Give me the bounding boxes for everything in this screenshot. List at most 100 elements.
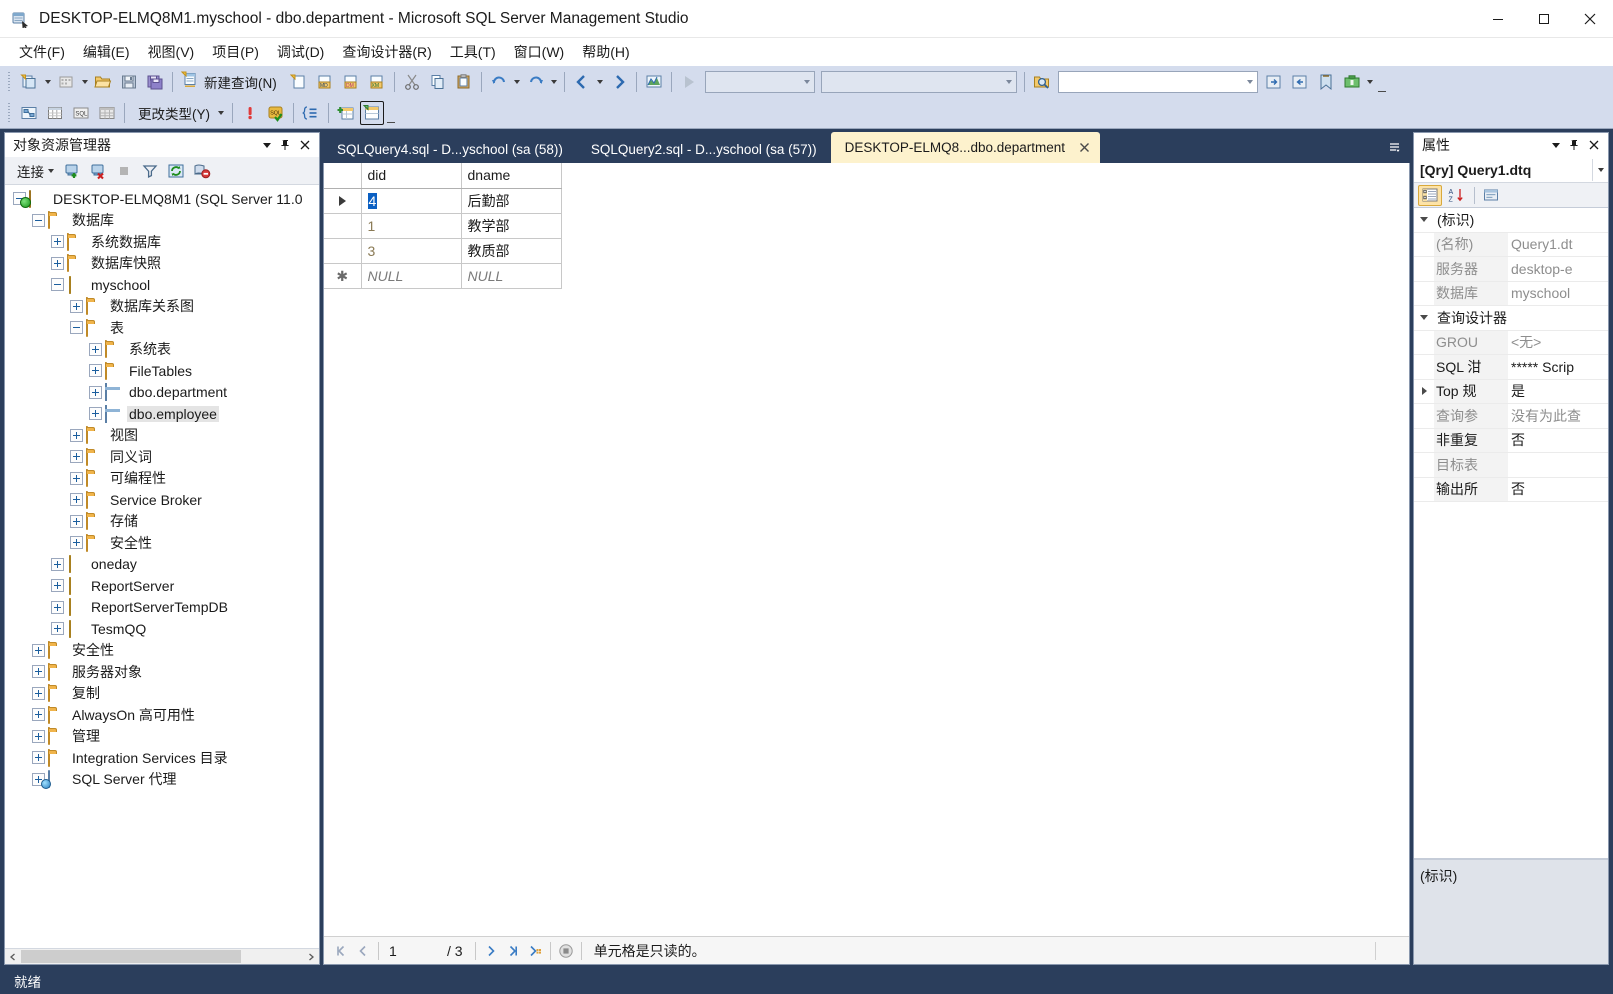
document-tab[interactable]: SQLQuery2.sql - D...yschool (sa (57)) xyxy=(577,135,831,163)
tree-node[interactable]: Integration Services 目录 xyxy=(5,747,319,769)
tree-node[interactable]: 数据库 xyxy=(5,210,319,232)
tree-node[interactable]: 表 xyxy=(5,317,319,339)
tree-node[interactable]: 系统表 xyxy=(5,339,319,361)
close-panel-icon[interactable] xyxy=(1585,137,1602,154)
scroll-left-icon[interactable] xyxy=(5,949,21,964)
tree-node[interactable]: 视图 xyxy=(5,425,319,447)
redo-icon[interactable] xyxy=(524,70,548,94)
menu-item-project[interactable]: 项目(P) xyxy=(203,39,268,65)
cell-dname[interactable]: 后勤部 xyxy=(461,188,562,214)
cell-dname[interactable]: 教质部 xyxy=(461,238,562,264)
close-button[interactable] xyxy=(1567,0,1613,38)
property-value[interactable]: 没有为此查 xyxy=(1508,406,1608,426)
property-row[interactable]: 非重复否 xyxy=(1414,428,1608,453)
expand-icon[interactable] xyxy=(89,364,102,378)
property-row[interactable]: 数据库 myschool xyxy=(1414,281,1608,306)
row-header-cell[interactable] xyxy=(324,188,362,214)
redo-dropdown-icon[interactable] xyxy=(549,70,560,94)
collapse-icon[interactable] xyxy=(51,278,64,292)
expand-icon[interactable] xyxy=(89,342,102,356)
pin-icon[interactable] xyxy=(277,137,294,154)
expand-icon[interactable] xyxy=(32,665,45,679)
save-icon[interactable] xyxy=(117,70,141,94)
chevron-right-icon[interactable] xyxy=(1414,387,1434,396)
find-next-icon[interactable] xyxy=(1262,70,1286,94)
results-grid[interactable]: did dname 4 后勤部 1 教学部 3 教质部 ✱ NULL NULL xyxy=(324,163,562,289)
new-item-icon[interactable] xyxy=(54,70,78,94)
tree-node[interactable]: TesmQQ xyxy=(5,618,319,640)
property-row[interactable]: Top 规是 xyxy=(1414,379,1608,404)
chevron-down-icon[interactable] xyxy=(1414,217,1434,223)
tree-node[interactable]: 服务器对象 xyxy=(5,661,319,683)
cell-did[interactable]: 4 xyxy=(361,188,462,214)
find-in-files-icon[interactable] xyxy=(1030,70,1054,94)
menu-item-help[interactable]: 帮助(H) xyxy=(573,39,638,65)
row-header-cell[interactable] xyxy=(324,213,362,239)
expand-icon[interactable] xyxy=(51,600,64,614)
row-header-cell[interactable] xyxy=(324,238,362,264)
add-table-icon[interactable] xyxy=(334,101,358,125)
property-pages-icon[interactable] xyxy=(1479,185,1503,206)
property-value[interactable]: Query1.dt xyxy=(1508,236,1608,252)
solution-selector[interactable] xyxy=(820,70,1017,93)
tab-close-icon[interactable] xyxy=(1077,140,1092,155)
property-value[interactable]: 否 xyxy=(1508,479,1608,499)
toolbox-icon[interactable] xyxy=(1340,70,1364,94)
last-record-button[interactable] xyxy=(502,940,524,962)
property-value[interactable]: <无> xyxy=(1508,332,1608,352)
results-grid-area[interactable]: did dname 4 后勤部 1 教学部 3 教质部 ✱ NULL NULL xyxy=(324,163,1409,936)
new-xmla-query-icon[interactable]: XM xyxy=(365,70,389,94)
tree-node[interactable]: 存储 xyxy=(5,511,319,533)
property-row[interactable]: 查询参 没有为此查 xyxy=(1414,404,1608,429)
toolbar-grip[interactable] xyxy=(7,71,13,92)
save-all-icon[interactable] xyxy=(143,70,167,94)
open-file-icon[interactable] xyxy=(91,70,115,94)
new-query-button[interactable]: 新建查询(N) xyxy=(177,70,286,94)
copy-icon[interactable] xyxy=(426,70,450,94)
menu-item-tools[interactable]: 工具(T) xyxy=(441,39,505,65)
panel-menu-icon[interactable] xyxy=(1547,137,1564,154)
filter-icon[interactable] xyxy=(138,160,162,182)
object-explorer-hscrollbar[interactable] xyxy=(5,948,319,964)
tree-node[interactable]: dbo.department xyxy=(5,382,319,404)
tree-node[interactable]: AlwaysOn 高可用性 xyxy=(5,704,319,726)
expand-icon[interactable] xyxy=(70,471,83,485)
expand-icon[interactable] xyxy=(32,751,45,765)
cell-did[interactable]: 1 xyxy=(361,213,462,239)
expand-icon[interactable] xyxy=(70,428,83,442)
menu-item-view[interactable]: 视图(V) xyxy=(139,39,204,65)
collapse-icon[interactable] xyxy=(70,321,83,335)
object-explorer-tree[interactable]: DESKTOP-ELMQ8M1 (SQL Server 11.0 数据库 系统数据库… xyxy=(5,185,319,948)
properties-object-selector[interactable]: [Qry] Query1.dtq xyxy=(1414,157,1608,183)
refresh-icon[interactable] xyxy=(164,160,188,182)
tree-node[interactable]: SQL Server 代理 xyxy=(5,769,319,791)
tree-node[interactable]: FileTables xyxy=(5,360,319,382)
pin-icon[interactable] xyxy=(1566,137,1583,154)
property-row[interactable]: 服务器 desktop-e xyxy=(1414,257,1608,282)
current-row-input[interactable] xyxy=(383,940,447,961)
undo-dropdown-icon[interactable] xyxy=(512,70,523,94)
document-tab-active[interactable]: DESKTOP-ELMQ8...dbo.department xyxy=(830,132,1101,163)
cut-icon[interactable] xyxy=(400,70,424,94)
add-group-by-icon[interactable] xyxy=(299,101,323,125)
tree-node[interactable]: 安全性 xyxy=(5,640,319,662)
tree-node[interactable]: 可编程性 xyxy=(5,468,319,490)
scroll-track[interactable] xyxy=(21,949,303,964)
expand-icon[interactable] xyxy=(32,708,45,722)
expand-icon[interactable] xyxy=(51,256,64,270)
expand-icon[interactable] xyxy=(70,299,83,313)
next-record-button[interactable] xyxy=(480,940,502,962)
table-row[interactable]: 3 教质部 xyxy=(324,238,562,264)
chevron-down-icon[interactable] xyxy=(1414,315,1434,321)
new-project-icon[interactable] xyxy=(17,70,41,94)
disconnect-object-explorer-icon[interactable] xyxy=(86,160,110,182)
tree-node[interactable]: Service Broker xyxy=(5,489,319,511)
execute-sql-icon[interactable] xyxy=(238,101,262,125)
expand-icon[interactable] xyxy=(89,407,102,421)
expand-icon[interactable] xyxy=(51,235,64,249)
undo-icon[interactable] xyxy=(487,70,511,94)
table-row[interactable]: 1 教学部 xyxy=(324,213,562,239)
new-project-dropdown-icon[interactable] xyxy=(42,70,53,94)
new-dmx-query-icon[interactable]: DM xyxy=(339,70,363,94)
property-row[interactable]: SQL 泔 ***** Scrip xyxy=(1414,355,1608,380)
